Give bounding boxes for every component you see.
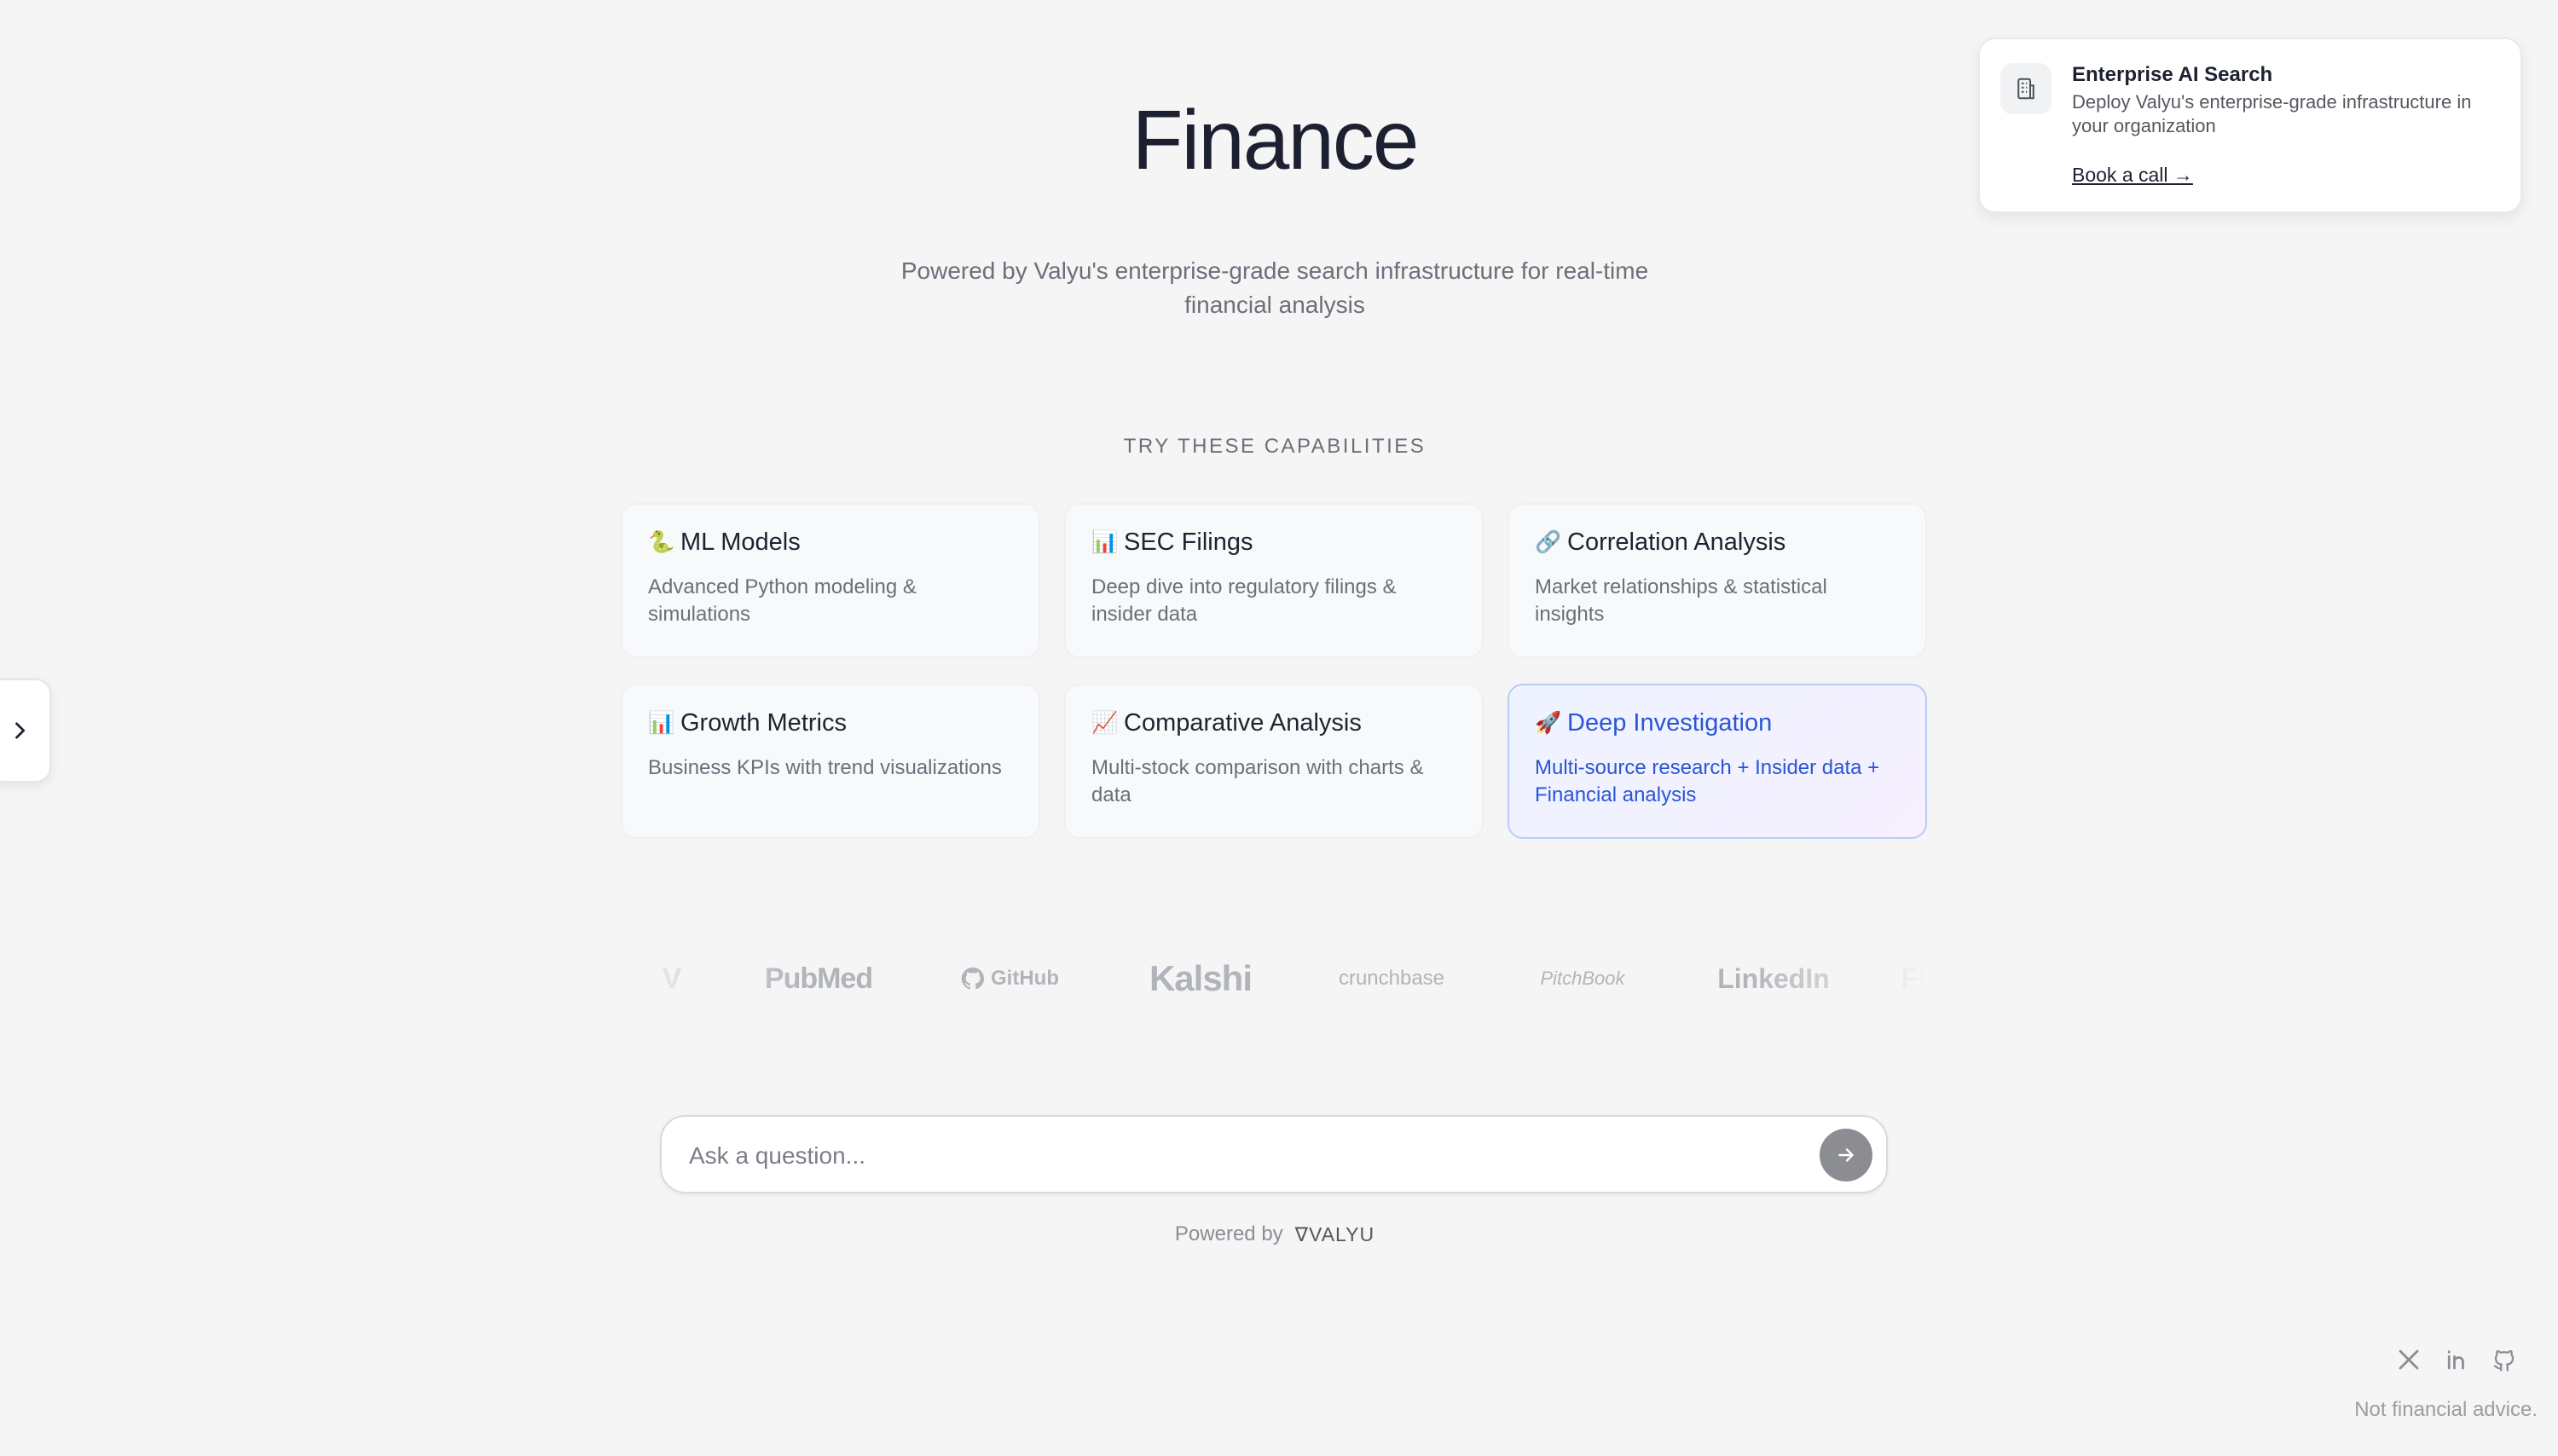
arrow-right-icon [1838,1148,1854,1162]
card-title: Deep Investigation [1567,709,1773,737]
capability-card-deep-investigation[interactable]: 🚀 Deep Investigation Multi-source researc… [1508,684,1927,839]
card-description: Multi-stock comparison with charts & dat… [1091,756,1424,806]
link-icon: 🔗 [1535,530,1562,554]
github-logo: GitHub [914,966,1105,991]
ask-box [660,1115,1888,1193]
card-title: Correlation Analysis [1567,529,1786,556]
powered-by-label: Powered by [1174,1222,1283,1245]
send-button[interactable] [1820,1129,1872,1182]
question-input[interactable] [687,1134,1782,1178]
pubmed-logo: PubMed [764,962,873,995]
x-icon[interactable] [2394,1345,2423,1374]
capability-card-ml-models[interactable]: 🐍 ML Models Advanced Python modeling & si… [621,503,1040,658]
bar-chart-icon: 📊 [648,711,675,735]
capability-card-correlation-analysis[interactable]: 🔗 Correlation Analysis Market relationshi… [1508,503,1927,658]
building-icon [2000,63,2052,114]
card-title: Comparative Analysis [1124,709,1362,737]
social-links [2394,1345,2519,1374]
enterprise-promo-card: Enterprise AI Search Deploy Valyu's ente… [1978,38,2522,213]
capabilities-heading: TRY THESE CAPABILITIES [1123,435,1427,458]
capability-card-comparative-analysis[interactable]: 📈 Comparative Analysis Multi-stock compar… [1064,684,1484,839]
rocket-icon: 🚀 [1535,711,1562,735]
card-title: Growth Metrics [680,709,847,737]
linkedin-logo: LinkedIn [1717,962,1830,994]
valyu-logo[interactable]: ∇VALYU [1295,1223,1374,1246]
card-title: SEC Filings [1124,529,1253,556]
capability-card-growth-metrics[interactable]: 📊 Growth Metrics Business KPIs with trend… [621,684,1040,839]
sidebar-toggle-button[interactable] [0,679,51,783]
pitchbook-logo: PitchBook [1540,968,1625,989]
chevron-right-icon [15,722,26,739]
card-title: ML Models [680,529,801,556]
disclaimer-text: Not financial advice. [2354,1398,2538,1421]
promo-description: Deploy Valyu's enterprise-grade infrastr… [2072,91,2472,136]
card-description: Market relationships & statistical insig… [1535,575,1827,626]
github-mark-icon [961,967,985,990]
github-icon[interactable] [2490,1345,2519,1374]
card-description: Multi-source research + Insider data + F… [1535,756,1880,806]
trend-up-chart-icon: 📈 [1091,711,1119,735]
capability-card-sec-filings[interactable]: 📊 SEC Filings Deep dive into regulatory f… [1064,503,1484,658]
card-description: Business KPIs with trend visualizations [648,756,1002,779]
card-description: Advanced Python modeling & simulations [648,575,917,626]
partial-logo-left: V [662,962,682,995]
promo-title: Enterprise AI Search [2072,63,2273,86]
snake-icon: 🐍 [648,530,675,554]
card-description: Deep dive into regulatory filings & insi… [1091,575,1397,626]
page-subtitle: Powered by Valyu's enterprise-grade sear… [900,257,1649,318]
crunchbase-logo: crunchbase [1338,967,1445,990]
linkedin-icon[interactable] [2442,1345,2471,1374]
partial-logo-right: FR [1901,962,1929,995]
data-source-logos: V PubMed GitHub Kalshi crunchbase PitchB… [621,948,1929,1009]
book-call-link[interactable]: Book a call → [2072,164,2193,187]
bar-chart-icon: 📊 [1091,530,1119,554]
powered-by: Powered by ∇VALYU [0,1222,2549,1246]
kalshi-logo: Kalshi [1149,958,1253,998]
